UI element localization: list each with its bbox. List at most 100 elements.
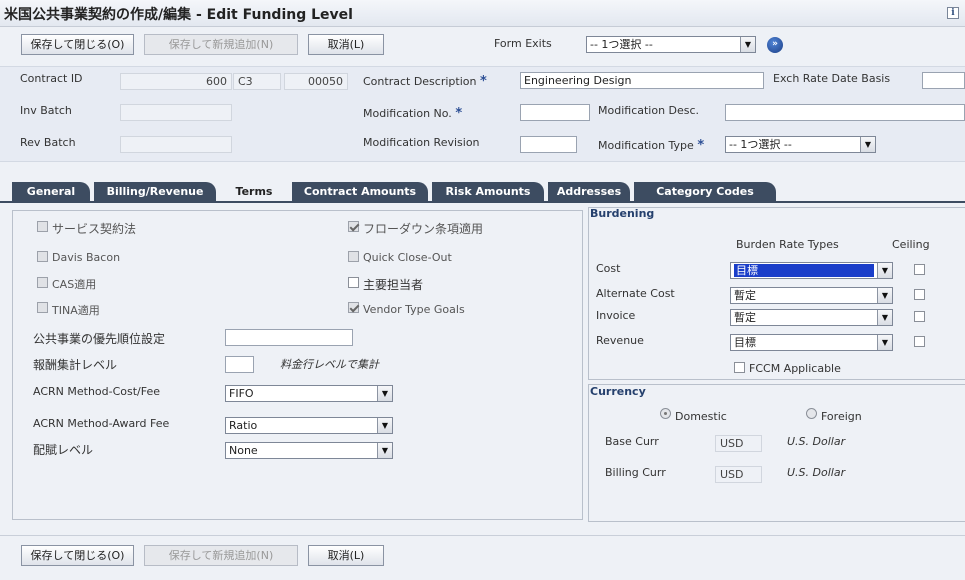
chevron-down-icon: ▼ (860, 137, 875, 152)
invoice-burden-select[interactable]: 暫定 ▼ (730, 309, 893, 326)
form-exits-select[interactable]: -- 1つ選択 -- ▼ (586, 36, 756, 53)
alloc-level-select[interactable]: None ▼ (225, 442, 393, 459)
davis-bacon-checkbox[interactable] (37, 251, 48, 262)
mod-rev-input[interactable] (520, 136, 577, 153)
save-close-button[interactable]: 保存して閉じる(O) (21, 34, 134, 55)
billing-curr-name: U.S. Dollar (787, 466, 846, 479)
chevron-down-icon: ▼ (877, 263, 892, 278)
revenue-label: Revenue (596, 334, 644, 347)
service-contract-label: サービス契約法 (52, 222, 137, 236)
domestic-label: Domestic (675, 410, 727, 423)
alt-cost-burden-select[interactable]: 暫定 ▼ (730, 287, 893, 304)
tab-contract-amounts[interactable]: Contract Amounts (292, 182, 428, 202)
base-curr-label: Base Curr (605, 435, 659, 448)
vendor-goals-checkbox[interactable] (348, 302, 359, 313)
alloc-level-label: 配賦レベル (33, 443, 94, 457)
tina-label: TINA適用 (52, 304, 100, 317)
tab-billing-revenue[interactable]: Billing/Revenue (94, 182, 216, 202)
acrn-award-label: ACRN Method-Award Fee (33, 417, 170, 430)
cas-label: CAS適用 (52, 278, 97, 291)
fee-level-input[interactable] (225, 356, 254, 373)
chevron-down-icon: ▼ (740, 37, 755, 52)
acrn-cost-label: ACRN Method-Cost/Fee (33, 385, 161, 398)
service-contract-checkbox[interactable] (37, 221, 48, 232)
save-close-button-bottom[interactable]: 保存して閉じる(O) (21, 545, 134, 566)
chevron-down-icon: ▼ (877, 310, 892, 325)
main-person-label: 主要担当者 (363, 278, 424, 292)
cost-label: Cost (596, 262, 621, 275)
foreign-label: Foreign (821, 410, 862, 423)
cost-ceiling-checkbox[interactable] (914, 264, 925, 275)
tab-risk-amounts[interactable]: Risk Amounts (432, 182, 544, 202)
rev-batch-label: Rev Batch (20, 136, 76, 149)
currency-panel (588, 384, 965, 522)
revenue-burden-select[interactable]: 目標 ▼ (730, 334, 893, 351)
foreign-radio[interactable] (806, 408, 817, 419)
mod-type-select[interactable]: -- 1つ選択 -- ▼ (725, 136, 876, 153)
tina-checkbox[interactable] (37, 302, 48, 313)
mod-no-input[interactable] (520, 104, 590, 121)
acrn-award-select[interactable]: Ratio ▼ (225, 417, 393, 434)
acrn-cost-select[interactable]: FIFO ▼ (225, 385, 393, 402)
billing-curr-code: USD (715, 466, 762, 483)
cost-burden-select[interactable]: 目標 ▼ (730, 262, 893, 279)
tab-terms[interactable]: Terms (220, 182, 288, 203)
cancel-button[interactable]: 取消(L) (308, 34, 384, 55)
tab-general[interactable]: General (12, 182, 90, 202)
burdening-title: Burdening (590, 207, 655, 220)
domestic-radio[interactable] (660, 408, 671, 419)
exch-rate-input[interactable] (922, 72, 965, 89)
chevron-down-icon: ▼ (877, 335, 892, 350)
exch-rate-label: Exch Rate Date Basis (773, 72, 891, 85)
mod-desc-label: Modification Desc. (598, 104, 700, 117)
cas-checkbox[interactable] (37, 277, 48, 288)
contract-id-type: C3 (233, 73, 281, 90)
go-arrow-icon[interactable]: » (767, 37, 783, 53)
alt-cost-ceiling-checkbox[interactable] (914, 289, 925, 300)
base-curr-code: USD (715, 435, 762, 452)
mod-desc-input[interactable] (725, 104, 965, 121)
bottom-separator (0, 535, 965, 536)
flowdown-label: フローダウン条項適用 (363, 222, 484, 236)
burden-rate-types-header: Burden Rate Types (736, 238, 839, 251)
inv-batch-field (120, 104, 232, 121)
contract-id-label: Contract ID (20, 72, 83, 85)
tab-underline (0, 201, 965, 203)
fee-level-note: 料金行レベルで集計 (280, 358, 379, 371)
inv-batch-label: Inv Batch (20, 104, 72, 117)
invoice-ceiling-checkbox[interactable] (914, 311, 925, 322)
rev-batch-field (120, 136, 232, 153)
priority-input[interactable] (225, 329, 353, 346)
flowdown-checkbox[interactable] (348, 221, 359, 232)
mod-no-label: Modification No. * (363, 106, 463, 121)
window-title: 米国公共事業契約の作成/編集 - Edit Funding Level (4, 7, 353, 23)
vendor-goals-label: Vendor Type Goals (363, 303, 465, 316)
tab-addresses[interactable]: Addresses (548, 182, 630, 202)
fccm-checkbox[interactable] (734, 362, 745, 373)
cancel-button-bottom[interactable]: 取消(L) (308, 545, 384, 566)
fee-level-label: 報酬集計レベル (33, 358, 118, 372)
main-person-checkbox[interactable] (348, 277, 359, 288)
ceiling-header: Ceiling (892, 238, 930, 251)
base-curr-name: U.S. Dollar (787, 435, 846, 448)
contract-desc-label: Contract Description * (363, 74, 487, 89)
info-icon[interactable]: i (947, 7, 959, 19)
chevron-down-icon: ▼ (877, 288, 892, 303)
quick-close-label: Quick Close-Out (363, 251, 452, 264)
mod-type-label: Modification Type * (598, 138, 705, 153)
invoice-label: Invoice (596, 309, 636, 322)
davis-bacon-label: Davis Bacon (52, 251, 121, 264)
form-exits-label: Form Exits (494, 37, 552, 50)
chevron-down-icon: ▼ (377, 418, 392, 433)
quick-close-checkbox[interactable] (348, 251, 359, 262)
mod-rev-label: Modification Revision (363, 136, 480, 149)
fccm-label: FCCM Applicable (749, 362, 841, 375)
tab-category-codes[interactable]: Category Codes (634, 182, 776, 202)
save-new-button[interactable]: 保存して新規追加(N) (144, 34, 298, 55)
contract-desc-input[interactable]: Engineering Design (520, 72, 764, 89)
title-bar: 米国公共事業契約の作成/編集 - Edit Funding Level i (0, 0, 965, 27)
save-new-button-bottom[interactable]: 保存して新規追加(N) (144, 545, 298, 566)
currency-title: Currency (590, 385, 646, 398)
alt-cost-label: Alternate Cost (596, 287, 675, 300)
revenue-ceiling-checkbox[interactable] (914, 336, 925, 347)
